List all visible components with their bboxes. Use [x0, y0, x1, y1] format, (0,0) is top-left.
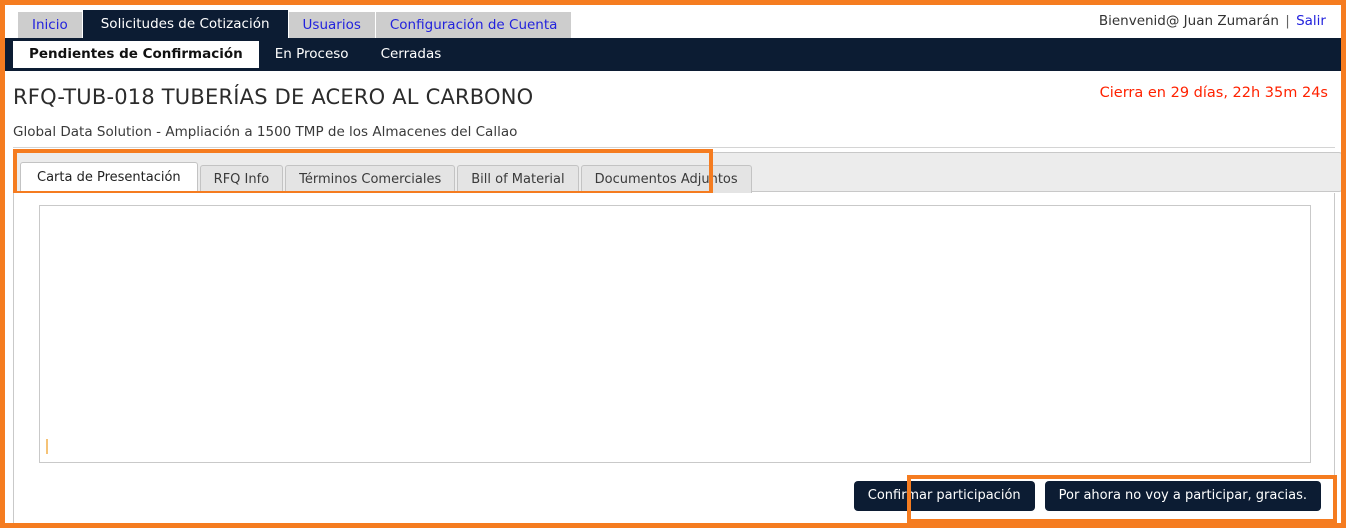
nav-tab-inicio[interactable]: Inicio [18, 12, 82, 38]
welcome-area: Bienvenid@ Juan Zumarán | Salir [1099, 13, 1326, 29]
nav-tab-configuracion-de-cuenta[interactable]: Configuración de Cuenta [375, 12, 572, 38]
tab-terminos-comerciales[interactable]: Términos Comerciales [285, 165, 456, 193]
document-tab-strip: Carta de Presentación RFQ Info Términos … [13, 152, 1341, 193]
app-window: Inicio Solicitudes de Cotización Usuario… [0, 0, 1346, 528]
welcome-separator: | [1285, 13, 1290, 29]
action-button-row: Confirmar participación Por ahora no voy… [853, 481, 1321, 512]
sub-navigation-bar: Pendientes de Confirmación En Proceso Ce… [5, 38, 1341, 71]
confirmar-participacion-button[interactable]: Confirmar participación [853, 481, 1035, 512]
top-nav-tab-list: Inicio Solicitudes de Cotización Usuario… [18, 10, 572, 38]
top-navigation-bar: Inicio Solicitudes de Cotización Usuario… [5, 5, 1341, 38]
welcome-text: Bienvenid@ Juan Zumarán [1098, 13, 1279, 29]
document-tab-list: Carta de Presentación RFQ Info Términos … [20, 159, 754, 193]
tab-bill-of-material[interactable]: Bill of Material [457, 165, 579, 193]
tab-carta-de-presentacion[interactable]: Carta de Presentación [20, 162, 198, 193]
no-participar-button[interactable]: Por ahora no voy a participar, gracias. [1044, 481, 1321, 512]
subnav-tab-pendientes-de-confirmacion[interactable]: Pendientes de Confirmación [13, 41, 259, 68]
tab-content-panel [13, 193, 1335, 523]
subnav-tab-en-proceso[interactable]: En Proceso [259, 41, 365, 68]
tab-documentos-adjuntos[interactable]: Documentos Adjuntos [580, 165, 752, 193]
nav-tab-solicitudes-de-cotizacion[interactable]: Solicitudes de Cotización [82, 10, 288, 38]
subnav-tab-cerradas[interactable]: Cerradas [365, 41, 458, 68]
header-divider [13, 147, 1335, 148]
carta-de-presentacion-editor[interactable] [39, 205, 1311, 463]
tab-rfq-info[interactable]: RFQ Info [199, 165, 284, 193]
sub-nav-tab-list: Pendientes de Confirmación En Proceso Ce… [13, 41, 457, 71]
logout-link[interactable]: Salir [1296, 13, 1326, 29]
page-subtitle: Global Data Solution - Ampliación a 1500… [13, 124, 518, 140]
nav-tab-usuarios[interactable]: Usuarios [288, 12, 375, 38]
countdown-timer: Cierra en 29 días, 22h 35m 24s [1099, 85, 1328, 101]
text-cursor-icon [46, 439, 48, 454]
